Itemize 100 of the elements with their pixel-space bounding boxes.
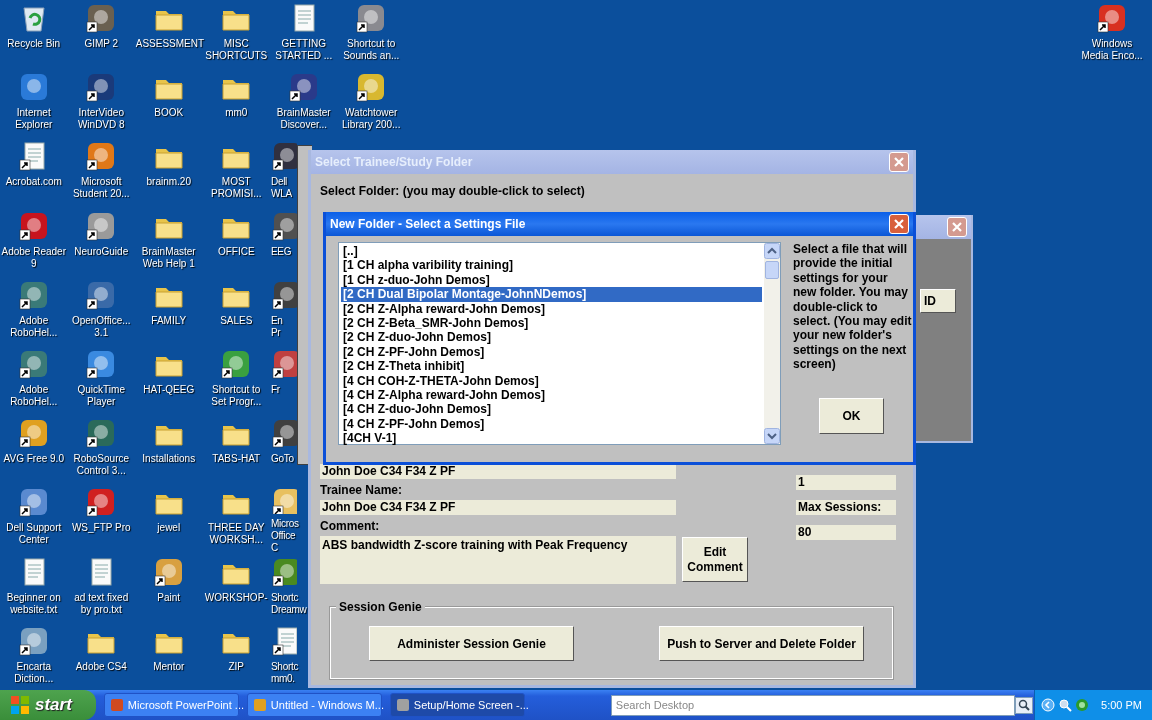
icon-label[interactable]: AVG Free 9.0 [3, 453, 64, 466]
icon-label[interactable]: THREE DAY WORKSH... [203, 522, 270, 547]
icon-label[interactable]: FAMILY [151, 314, 187, 327]
icon-label[interactable]: jewel [157, 522, 181, 535]
list-item[interactable]: [..] [341, 244, 762, 259]
id-button[interactable]: ID [920, 289, 956, 313]
icon-label[interactable]: WS_FTP Pro [71, 522, 131, 535]
icon-label[interactable]: MOST PROMISI... [203, 176, 270, 201]
close-button[interactable] [889, 214, 909, 234]
icon-label[interactable]: GoTo [271, 453, 294, 466]
list-item[interactable]: [2 CH Z-Beta_SMR-John Demos] [341, 315, 762, 331]
close-icon [893, 156, 905, 168]
list-item[interactable]: [2 CH Z-Alpha reward-John Demos] [341, 301, 762, 316]
icon-label[interactable]: Windows Media Enco... [1079, 38, 1145, 62]
icon-label[interactable]: Shortc mm0. [271, 660, 299, 685]
icon-label[interactable]: GIMP 2 [84, 38, 119, 50]
icon-label[interactable]: EEG [271, 245, 292, 258]
icon-label[interactable]: SALES [220, 314, 253, 327]
icon-label[interactable]: Adobe RoboHel... [0, 383, 67, 408]
app-icon[interactable] [287, 71, 320, 104]
icon-label[interactable]: HAT-QEEG [143, 383, 195, 396]
list-item[interactable]: [4 CH COH-Z-THETA-John Demos] [341, 373, 762, 388]
help-text: Select a file that will provide the initial settings for your new folder. You may double-click to select. (You may edit your new folder's settings on the next screen) [793, 242, 913, 372]
icon-label[interactable]: Recycle Bin [7, 38, 61, 50]
scroll-bar[interactable] [764, 243, 780, 444]
scroll-down-icon[interactable] [764, 428, 780, 444]
list-item[interactable]: [1 CH z-duo-John Demos] [341, 272, 762, 288]
icon-label[interactable]: Beginner on website.txt [0, 591, 67, 616]
icon-label[interactable]: Encarta Diction... [0, 660, 67, 685]
taskbar-button[interactable]: Untitled - Windows M... [246, 693, 382, 717]
icon-label[interactable]: Micros Office C [271, 517, 299, 554]
icon-label[interactable]: Watchtower Library 200... [338, 107, 405, 132]
icon-label[interactable]: Dell WLA [271, 176, 292, 201]
icon-label[interactable]: En Pr [271, 314, 283, 339]
app-icon[interactable] [271, 417, 297, 450]
close-icon [893, 218, 905, 230]
icon-label[interactable]: RoboSource Control 3... [68, 453, 135, 478]
list-item[interactable]: [2 CH Z-duo-John Demos] [341, 330, 762, 345]
icon-label[interactable]: Acrobat.com [5, 176, 62, 189]
app-icon[interactable] [17, 417, 50, 450]
list-item[interactable]: [1 CH alpha varibility training] [341, 258, 762, 273]
file-list[interactable] [338, 242, 781, 445]
magnifier-icon[interactable] [1058, 698, 1073, 712]
icon-label[interactable]: BOOK [154, 107, 184, 120]
icon-label[interactable]: BrainMaster Discover... [270, 107, 337, 132]
list-item[interactable]: [2 CH Z-Theta inhibit] [341, 359, 762, 374]
icon-label[interactable]: brainm.20 [146, 176, 191, 189]
icon-label[interactable]: Shortcut to Sounds an... [338, 38, 405, 62]
app-icon[interactable] [1096, 2, 1128, 34]
edit-comment-button[interactable]: Edit Comment [682, 537, 748, 582]
icon-label[interactable]: GETTING STARTED ... [270, 38, 337, 62]
icon-label[interactable]: QuickTime Player [68, 383, 135, 408]
session-field[interactable]: 1 [796, 475, 896, 490]
icon-label[interactable]: ASSESSMENT [135, 38, 202, 50]
scroll-thumb[interactable] [765, 261, 779, 279]
list-item[interactable]: [4 CH Z-Alpha reward-John Demos] [341, 387, 762, 403]
icon-label[interactable]: Dell Support Center [0, 522, 67, 547]
max-sessions-field[interactable]: 80 [796, 525, 896, 540]
icon-label[interactable]: Adobe Reader 9 [0, 245, 67, 270]
icon-label[interactable]: NeuroGuide [74, 245, 129, 258]
icon-label[interactable]: Internet Explorer [0, 107, 67, 132]
icon-label[interactable]: ZIP [228, 660, 245, 673]
icon-label[interactable]: Shortc Dreamw [271, 591, 307, 616]
icon-label[interactable]: ad text fixed by pro.txt [68, 591, 135, 616]
app-icon[interactable] [271, 486, 297, 514]
icon-label[interactable]: Microsoft Student 20... [68, 176, 135, 201]
scroll-up-icon[interactable] [764, 243, 780, 259]
icon-label[interactable]: Installations [142, 453, 196, 466]
icon-label[interactable]: OFFICE [217, 245, 255, 258]
start-button[interactable]: start [0, 690, 96, 720]
icon-label[interactable]: mm0 [225, 107, 248, 120]
icon-label[interactable]: InterVideo WinDVD 8 [68, 107, 135, 132]
list-item[interactable]: [4CH V-1] [341, 431, 762, 446]
icon-label[interactable]: Adobe CS4 [75, 660, 127, 673]
search-field[interactable]: Search Desktop [610, 694, 1016, 716]
icon-label[interactable]: TABS-HAT [212, 453, 261, 466]
list-item[interactable]: [4 CH Z-PF-John Demos] [341, 416, 762, 432]
icon-label[interactable]: Mentor [153, 660, 185, 673]
icon-label[interactable]: MISC SHORTCUTS [203, 38, 270, 62]
list-item[interactable]: [4 CH Z-duo-John Demos] [341, 402, 762, 417]
icon-label[interactable]: Fr [271, 383, 280, 396]
icon-label[interactable]: Adobe RoboHel... [0, 314, 67, 339]
group-title: Session Genie [336, 600, 425, 614]
field-label: Trainee Name: [320, 483, 404, 497]
icon-label[interactable]: BrainMaster Web Help 1 [135, 245, 202, 270]
app-icon[interactable] [271, 140, 297, 173]
icon-label[interactable]: Paint [157, 591, 181, 604]
icon-label[interactable]: WORKSHOP- [204, 591, 268, 604]
document-icon[interactable] [271, 624, 297, 657]
list-item[interactable]: [2 CH Z-PF-John Demos] [341, 344, 762, 360]
list-item[interactable]: [2 CH Dual Bipolar Montage-JohnNDemos] [341, 287, 762, 302]
ok-button[interactable]: OK [819, 397, 884, 434]
administer-genie-button[interactable]: Administer Session Genie [369, 626, 574, 661]
trainee-field[interactable]: John Doe C34 F34 Z PF [320, 500, 676, 515]
icon-label[interactable]: Shortcut to Set Progr... [203, 383, 270, 408]
comment-field[interactable]: ABS bandwidth Z-score training with Peak Frequency [320, 536, 676, 584]
search-button[interactable] [1015, 696, 1034, 714]
app-icon[interactable] [17, 486, 50, 519]
icon-label[interactable]: OpenOffice... 3.1 [68, 314, 135, 339]
push-delete-button[interactable]: Push to Server and Delete Folder [659, 626, 864, 661]
